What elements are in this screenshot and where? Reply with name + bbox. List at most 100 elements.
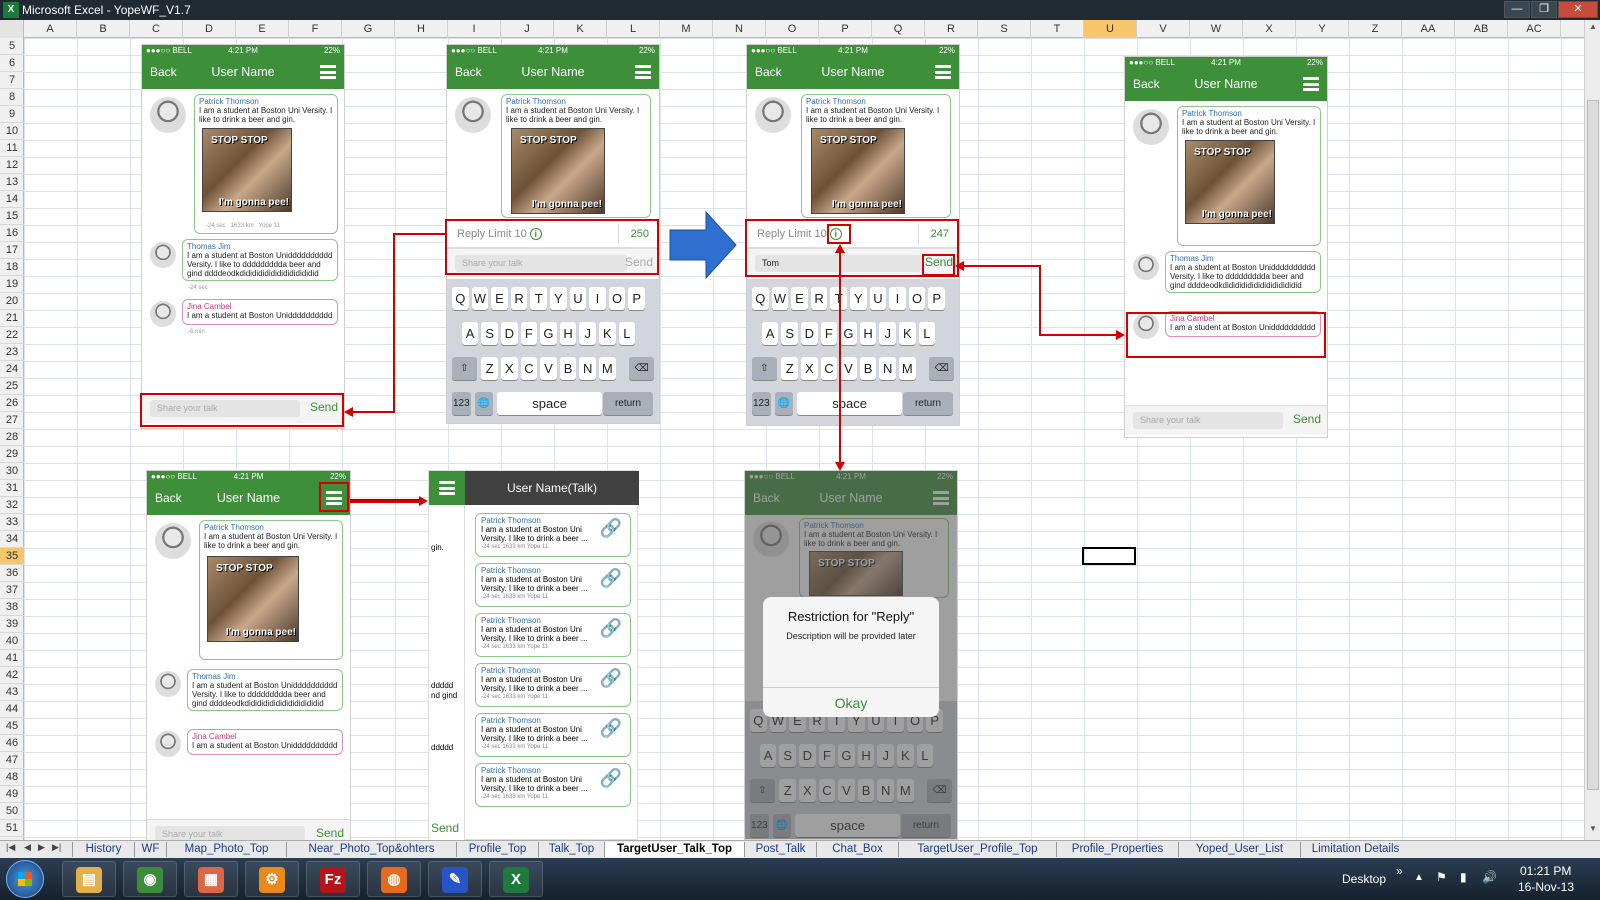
row-header-43[interactable]: 43 [0, 684, 24, 701]
key-x[interactable]: X [801, 357, 818, 380]
key-o[interactable]: O [908, 287, 926, 310]
talk-list-item[interactable]: Patrick Thomson I am a student at Boston … [475, 663, 631, 707]
talk-list-item[interactable]: Patrick Thomson I am a student at Boston … [475, 563, 631, 607]
selected-cell-U35[interactable] [1082, 547, 1136, 565]
taskbar-excel-button[interactable]: X [489, 861, 543, 897]
row-header-35[interactable]: 35 [0, 548, 24, 565]
restore-button[interactable]: ❐ [1531, 1, 1557, 18]
tray-arrow-icon[interactable]: ▲ [1414, 872, 1424, 883]
column-header-p[interactable]: P [819, 20, 872, 38]
row-header-32[interactable]: 32 [0, 497, 24, 514]
key-q[interactable]: Q [752, 287, 769, 310]
key-d[interactable]: D [801, 322, 818, 345]
link-icon[interactable]: 🔗 [600, 619, 622, 637]
key-n[interactable]: N [579, 357, 596, 380]
key-b[interactable]: B [859, 357, 877, 380]
link-icon[interactable]: 🔗 [600, 719, 622, 737]
key-123[interactable]: 123 [752, 392, 771, 415]
key-p[interactable]: P [628, 287, 645, 310]
key-n[interactable]: N [879, 357, 896, 380]
action-center-icon[interactable]: ⚑ [1436, 870, 1447, 884]
key-z[interactable]: Z [481, 357, 498, 380]
select-all-corner[interactable] [0, 20, 24, 38]
sheet-tab-yoped-user-list[interactable]: Yoped_User_List [1178, 842, 1300, 857]
key-d[interactable]: D [501, 322, 518, 345]
key-e[interactable]: E [491, 287, 508, 310]
column-header-s[interactable]: S [978, 20, 1031, 38]
sheet-tab-history[interactable]: History [72, 842, 134, 857]
key-u[interactable]: U [869, 287, 887, 310]
shift-key-icon[interactable]: ⇧ [752, 357, 777, 380]
key-v[interactable]: V [840, 357, 857, 380]
scrollbar-thumb[interactable] [1587, 100, 1599, 790]
hamburger-menu-icon[interactable] [320, 65, 336, 79]
hamburger-menu-icon[interactable] [635, 65, 651, 79]
taskbar-metro-button[interactable]: ▦ [184, 861, 238, 897]
sheet-tab-map-photo-top[interactable]: Map_Photo_Top [166, 842, 286, 857]
talk-list-item[interactable]: Patrick Thomson I am a student at Boston … [475, 613, 631, 657]
column-header-x[interactable]: X [1243, 20, 1296, 38]
key-w[interactable]: W [471, 287, 489, 310]
taskbar-explorer-button[interactable]: ▤ [62, 861, 116, 897]
row-header-29[interactable]: 29 [0, 446, 24, 463]
column-header-c[interactable]: C [130, 20, 183, 38]
column-header-m[interactable]: M [660, 20, 713, 38]
link-icon[interactable]: 🔗 [600, 569, 622, 587]
delete-key-icon[interactable]: ⌫ [629, 357, 654, 380]
talk-list-item[interactable]: Patrick Thomson I am a student at Boston … [475, 763, 631, 807]
row-header-22[interactable]: 22 [0, 327, 24, 344]
row-header-26[interactable]: 26 [0, 395, 24, 412]
column-header-ac[interactable]: AC [1508, 20, 1561, 38]
sheet-tab-targetuser-profile-top[interactable]: TargetUser_Profile_Top [898, 842, 1056, 857]
send-button[interactable]: Send [316, 826, 344, 840]
sheet-tab-limitation-details[interactable]: Limitation Details [1300, 842, 1410, 857]
row-header-30[interactable]: 30 [0, 463, 24, 480]
key-y[interactable]: Y [550, 287, 567, 310]
key-m[interactable]: M [899, 357, 916, 380]
clock-time[interactable]: 01:21 PM [1520, 864, 1571, 878]
tab-nav-last-icon[interactable]: ▶| [52, 842, 61, 853]
key-r[interactable]: R [810, 287, 828, 310]
delete-key-icon[interactable]: ⌫ [929, 357, 954, 380]
row-header-38[interactable]: 38 [0, 599, 24, 616]
key-v[interactable]: V [540, 357, 557, 380]
column-header-o[interactable]: O [766, 20, 819, 38]
row-header-48[interactable]: 48 [0, 769, 24, 786]
shift-key-icon[interactable]: ⇧ [452, 357, 477, 380]
taskbar-settings-button[interactable]: ⚙ [245, 861, 299, 897]
row-header-37[interactable]: 37 [0, 582, 24, 599]
hamburger-menu-icon[interactable] [439, 481, 455, 495]
talk-list-item[interactable]: Patrick Thomson I am a student at Boston … [475, 513, 631, 557]
row-header-41[interactable]: 41 [0, 650, 24, 667]
row-header-47[interactable]: 47 [0, 752, 24, 769]
send-button[interactable]: Send [1293, 412, 1321, 426]
return-key[interactable]: return [603, 392, 653, 415]
key-t[interactable]: T [530, 287, 547, 310]
sheet-tab-profile-properties[interactable]: Profile_Properties [1056, 842, 1178, 857]
row-header-18[interactable]: 18 [0, 259, 24, 276]
column-header-n[interactable]: N [713, 20, 766, 38]
key-u[interactable]: U [569, 287, 587, 310]
row-header-6[interactable]: 6 [0, 55, 24, 72]
link-icon[interactable]: 🔗 [600, 519, 622, 537]
key-h[interactable]: H [859, 322, 877, 345]
tab-nav-prev-icon[interactable]: ◀ [24, 842, 31, 853]
column-header-k[interactable]: K [554, 20, 607, 38]
column-header-a[interactable]: A [24, 20, 77, 38]
volume-icon[interactable]: 🔊 [1482, 870, 1497, 884]
key-s[interactable]: S [481, 322, 498, 345]
row-header-28[interactable]: 28 [0, 429, 24, 446]
column-header-g[interactable]: G [342, 20, 395, 38]
column-header-d[interactable]: D [183, 20, 236, 38]
key-l[interactable]: L [918, 322, 936, 345]
column-header-q[interactable]: Q [872, 20, 925, 38]
row-header-40[interactable]: 40 [0, 633, 24, 650]
row-header-34[interactable]: 34 [0, 531, 24, 548]
row-header-46[interactable]: 46 [0, 735, 24, 752]
taskbar-paint-button[interactable]: ✎ [428, 861, 482, 897]
row-header-49[interactable]: 49 [0, 786, 24, 803]
sheet-tab-targetuser-talk-top[interactable]: TargetUser_Talk_Top [604, 842, 744, 857]
row-header-45[interactable]: 45 [0, 718, 24, 735]
tab-nav-first-icon[interactable]: |◀ [6, 842, 15, 853]
row-header-44[interactable]: 44 [0, 701, 24, 718]
